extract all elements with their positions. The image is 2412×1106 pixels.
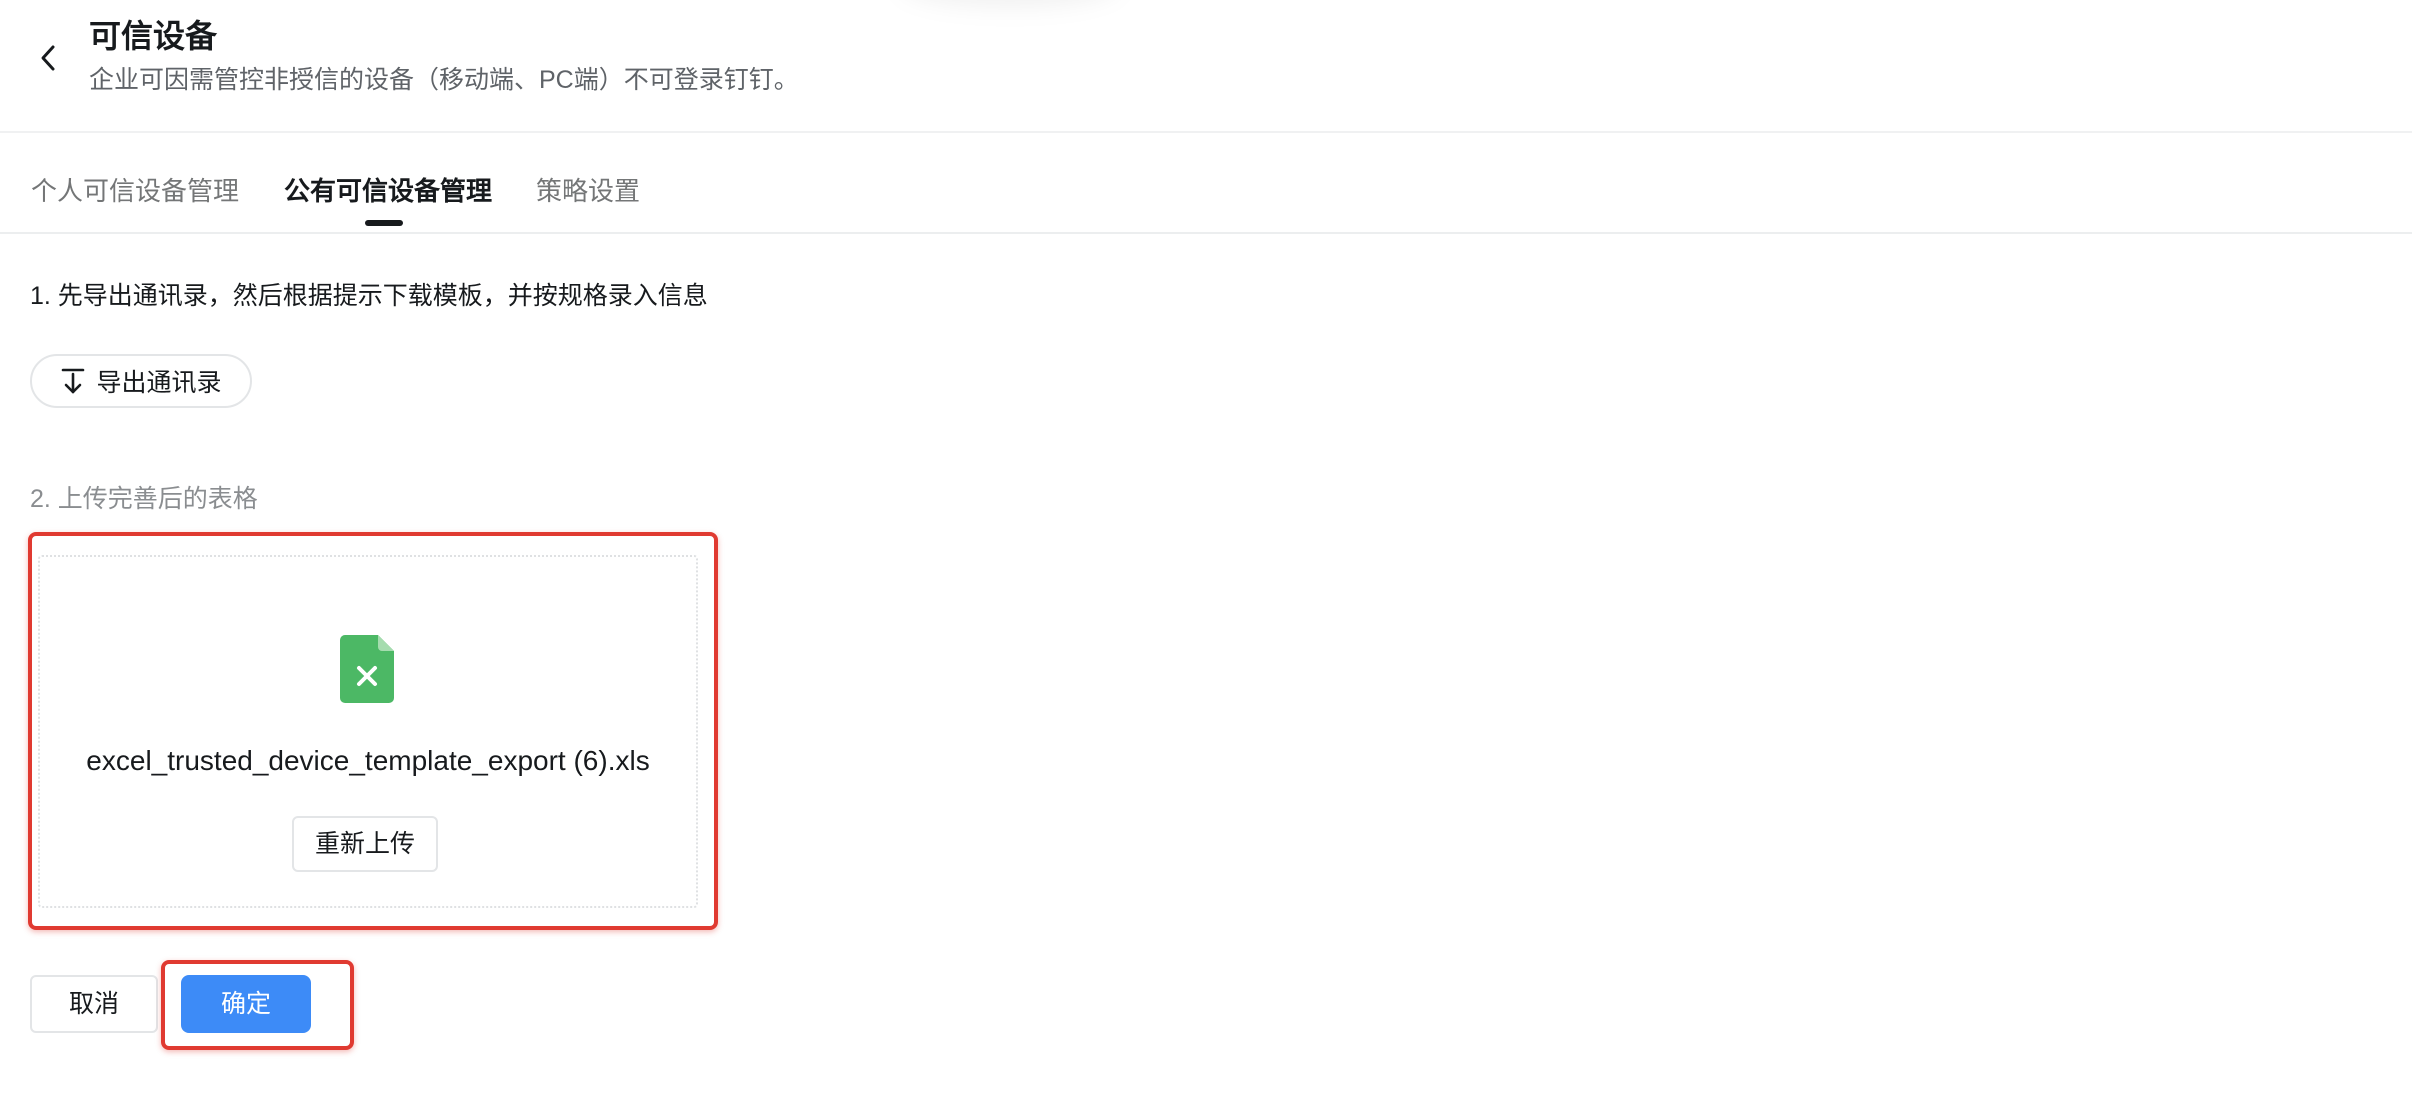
- export-contacts-label: 导出通讯录: [96, 369, 222, 397]
- page-header: 可信设备 企业可因需管控非授信的设备（移动端、PC端）不可登录钉钉。: [0, 0, 2412, 133]
- tab-public-trusted-devices[interactable]: 公有可信设备管理: [284, 171, 492, 211]
- file-upload-area[interactable]: excel_trusted_device_template_export (6)…: [38, 555, 698, 908]
- active-tab-indicator: [365, 220, 403, 226]
- tab-bar: 个人可信设备管理 公有可信设备管理 策略设置: [0, 131, 2412, 234]
- step-1-instruction: 1. 先导出通讯录，然后根据提示下载模板，并按规格录入信息: [30, 282, 708, 310]
- reupload-button[interactable]: 重新上传: [292, 816, 438, 872]
- chevron-left-icon: [41, 45, 55, 71]
- export-contacts-button[interactable]: 导出通讯录: [30, 354, 252, 408]
- excel-file-icon: [340, 635, 394, 703]
- uploaded-file-name: excel_trusted_device_template_export (6)…: [86, 745, 650, 776]
- page-description: 企业可因需管控非授信的设备（移动端、PC端）不可登录钉钉。: [89, 66, 799, 94]
- back-button[interactable]: [30, 40, 66, 76]
- cancel-button[interactable]: 取消: [30, 975, 158, 1033]
- download-icon: [62, 368, 85, 394]
- tab-personal-trusted-devices[interactable]: 个人可信设备管理: [31, 171, 239, 211]
- page-title: 可信设备: [89, 18, 218, 54]
- confirm-button[interactable]: 确定: [181, 975, 311, 1033]
- tab-policy-settings[interactable]: 策略设置: [536, 171, 640, 211]
- step-2-instruction: 2. 上传完善后的表格: [30, 485, 258, 513]
